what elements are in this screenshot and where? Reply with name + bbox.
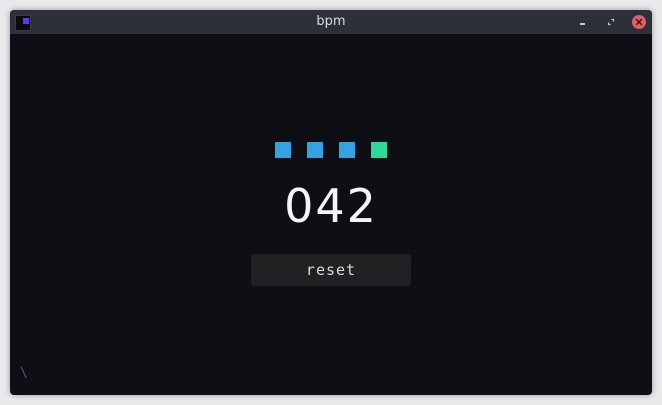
window-title: bpm xyxy=(316,14,346,29)
beat-indicators xyxy=(275,142,387,158)
maximize-icon xyxy=(607,18,615,26)
reset-button[interactable]: reset xyxy=(251,254,411,286)
maximize-button[interactable] xyxy=(604,15,618,29)
close-icon xyxy=(635,18,643,26)
beat-indicator-2 xyxy=(307,142,323,158)
minimize-icon xyxy=(580,23,585,25)
beat-indicator-3 xyxy=(339,142,355,158)
activity-spinner: \ xyxy=(20,366,28,381)
close-button[interactable] xyxy=(632,15,646,29)
bpm-display: 042 xyxy=(284,179,378,233)
title-bar[interactable]: bpm xyxy=(10,10,652,34)
app-window: bpm 042 reset \ xyxy=(10,10,652,395)
beat-indicator-4 xyxy=(371,142,387,158)
minimize-button[interactable] xyxy=(576,15,590,29)
beat-indicator-1 xyxy=(275,142,291,158)
